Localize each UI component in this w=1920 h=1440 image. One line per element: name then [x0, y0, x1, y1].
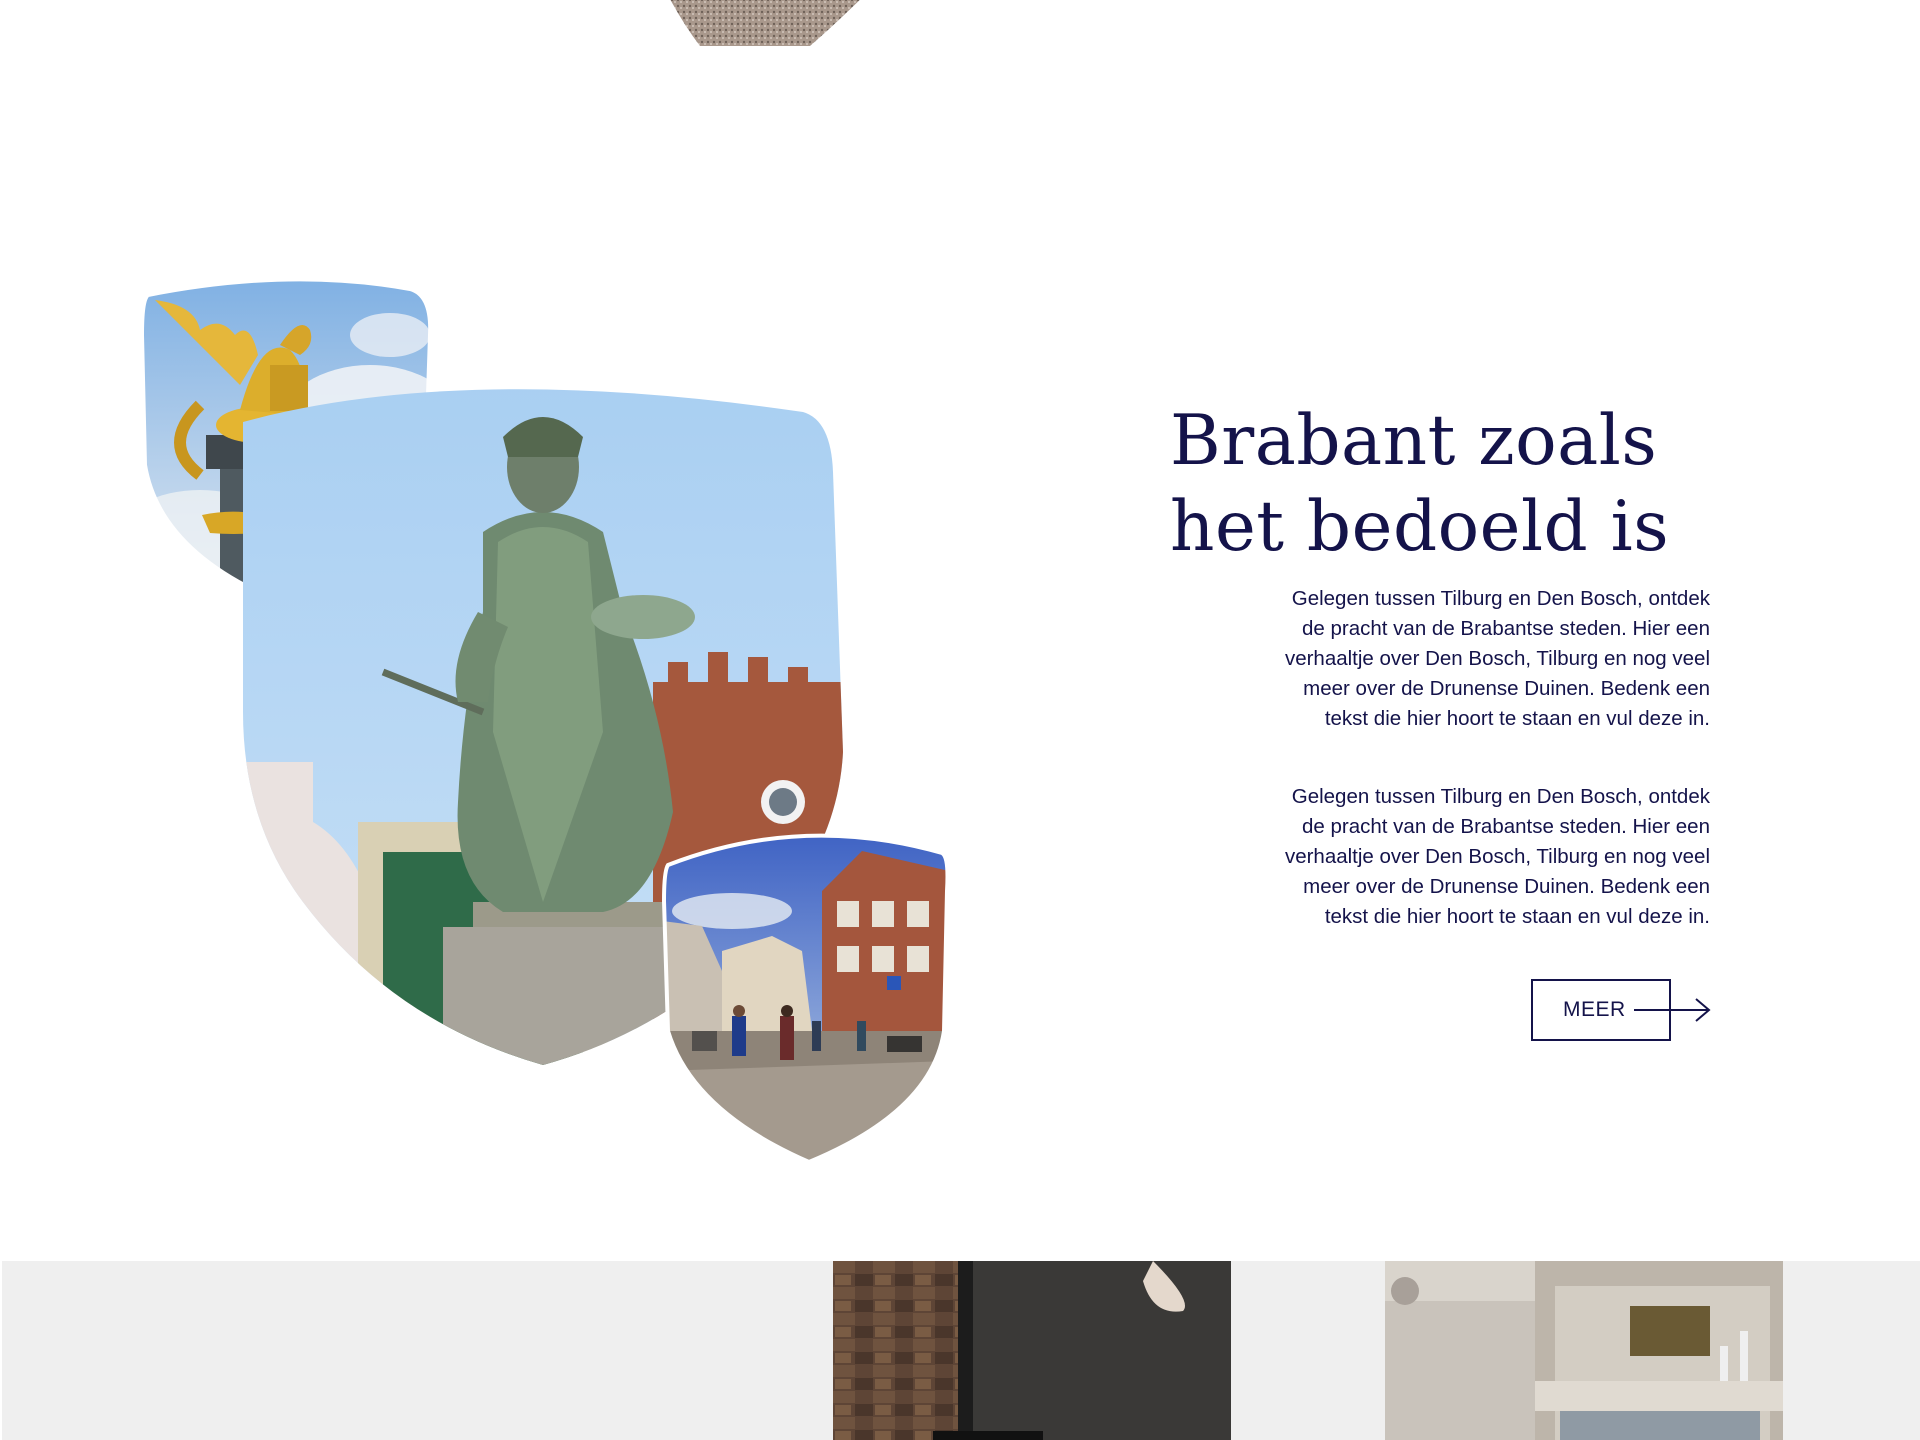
arrow-right-icon[interactable]	[1634, 997, 1712, 1023]
meer-button-label: MEER	[1563, 998, 1626, 1021]
top-shield-photo	[640, 0, 900, 48]
heading-line-1: Brabant zoals	[1170, 401, 1658, 481]
heading-line-2: het bedoeld is	[1170, 487, 1670, 567]
wood-stove-photo	[833, 1261, 1231, 1440]
street-scene-photo	[662, 831, 949, 1162]
intro-paragraph-2: Gelegen tussen Tilburg en Den Bosch, ont…	[1284, 785, 1710, 928]
fireplace-interior-photo	[1385, 1261, 1783, 1440]
intro-paragraph-1: Gelegen tussen Tilburg en Den Bosch, ont…	[1284, 587, 1710, 730]
section-heading: Brabant zoals het bedoeld is	[1170, 398, 1690, 570]
